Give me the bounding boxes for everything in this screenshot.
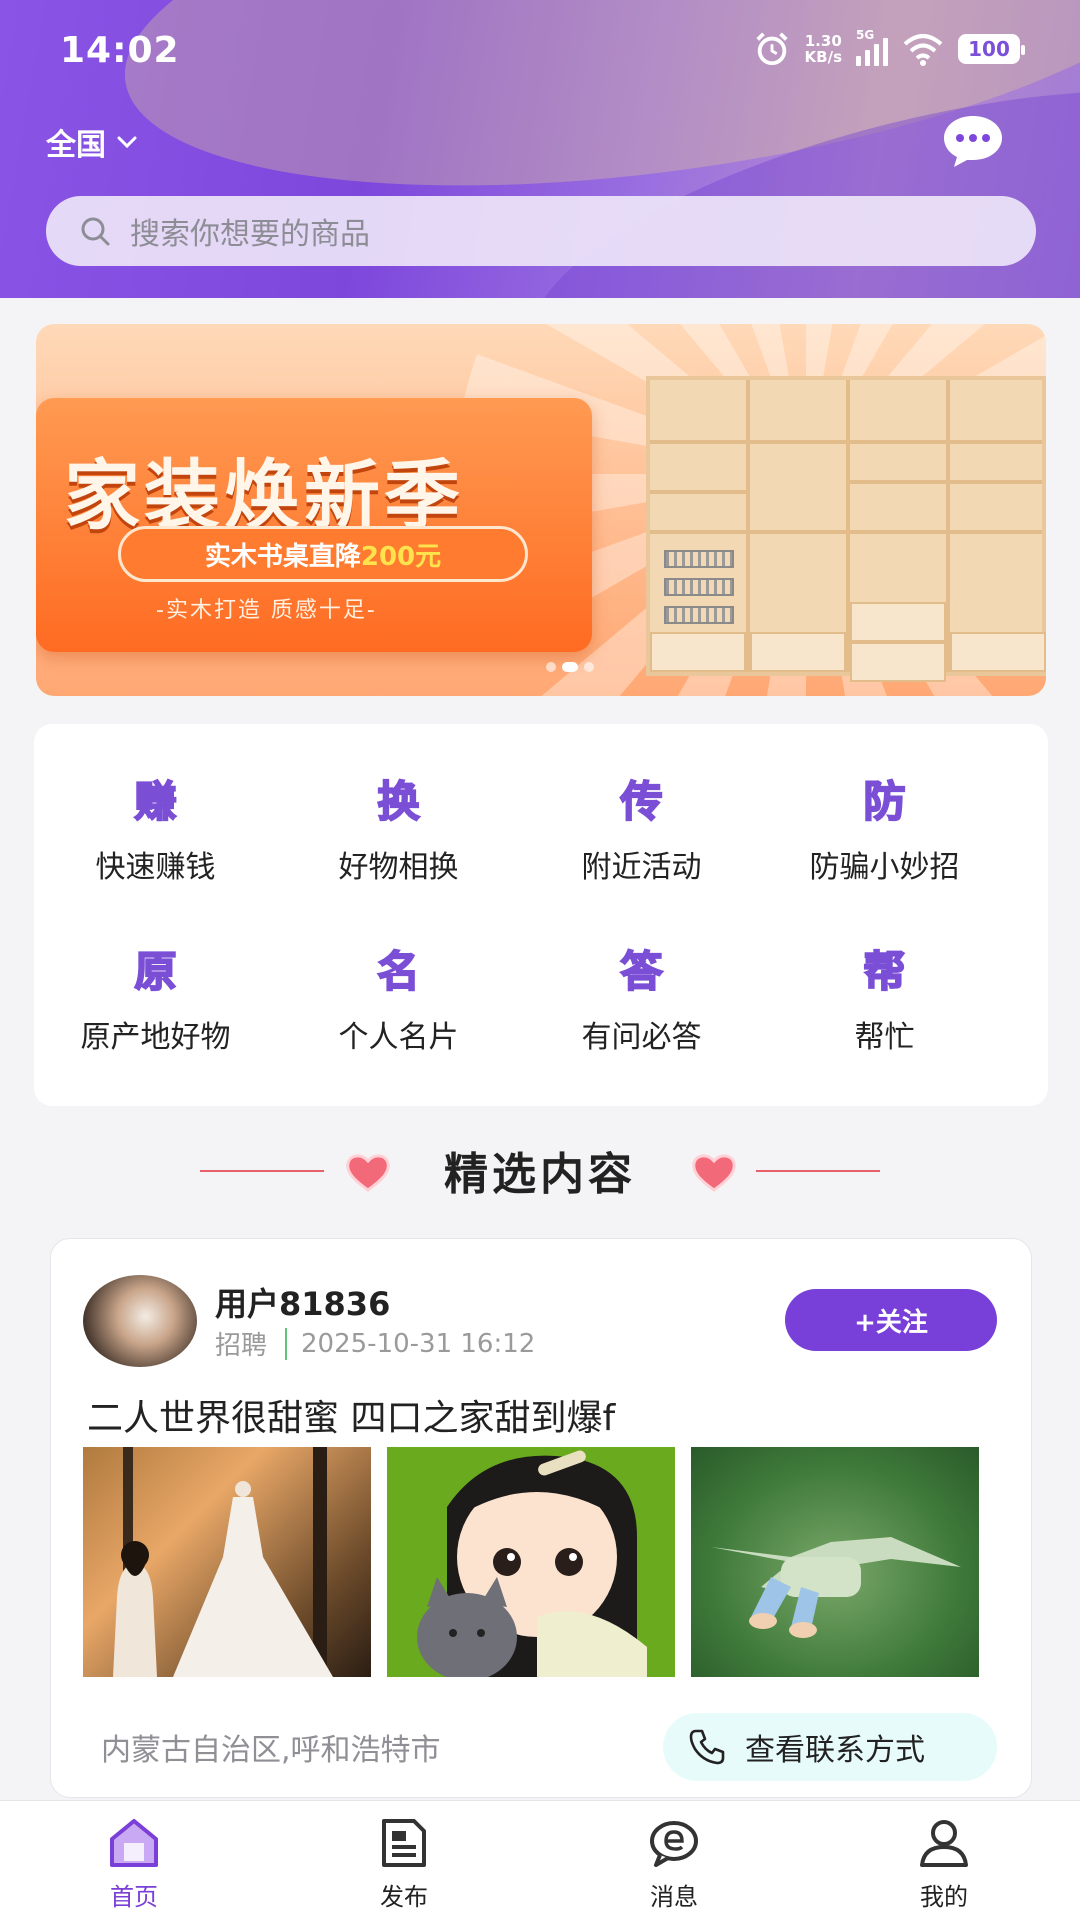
banner-subline: -实木打造 质感十足-: [156, 598, 377, 623]
post-datetime: 2025-10-31 16:12: [301, 1328, 536, 1359]
category-item[interactable]: 名 个人名片: [277, 944, 520, 1094]
carousel-dot-active[interactable]: [562, 662, 578, 672]
divider-line: [756, 1170, 880, 1172]
alarm-icon: [755, 32, 788, 66]
publish-icon: [382, 1819, 426, 1867]
status-bar: 14:02 1.30 KB/s 5G 100: [0, 0, 1080, 100]
home-icon: [110, 1819, 158, 1867]
carousel-dot[interactable]: [546, 662, 556, 672]
net-speed-unit: KB/s: [804, 48, 842, 66]
post-image-wedding-dress[interactable]: [83, 1447, 371, 1677]
category-icon: 答: [619, 946, 663, 997]
chevron-down-icon: [117, 136, 137, 149]
tab-messages-label: 消息: [650, 1883, 698, 1911]
tab-publish[interactable]: 发布: [334, 1815, 474, 1912]
category-icon: 原: [133, 946, 177, 997]
signal-label: 5G: [856, 28, 875, 42]
chat-bubble-icon[interactable]: [940, 112, 1006, 170]
banner-offer-amount: 200元: [360, 541, 442, 572]
category-label: 防骗小妙招: [809, 850, 960, 885]
category-label: 帮忙: [854, 1020, 915, 1055]
wardrobe-image: [646, 376, 1046, 682]
status-time: 14:02: [60, 30, 180, 71]
message-icon: [650, 1821, 698, 1867]
category-label: 快速赚钱: [95, 850, 216, 885]
post-image-cartoon-girl[interactable]: [387, 1447, 675, 1677]
category-label: 附近活动: [581, 850, 702, 885]
category-item[interactable]: 换 好物相换: [277, 774, 520, 924]
post-card[interactable]: 用户81836 招聘 2025-10-31 16:12 +关注 二人世界很甜蜜 …: [50, 1238, 1032, 1798]
signal-icon: 5G: [856, 28, 888, 66]
meta-separator: [285, 1327, 288, 1360]
category-icon: 换: [376, 776, 420, 827]
wifi-icon: [903, 34, 943, 66]
post-image-grass[interactable]: [691, 1447, 979, 1677]
search-placeholder: 搜索你想要的商品: [130, 217, 370, 252]
tab-profile[interactable]: 我的: [874, 1815, 1014, 1912]
category-item[interactable]: 防 防骗小妙招: [763, 774, 1006, 924]
tab-home[interactable]: 首页: [64, 1815, 204, 1912]
avatar[interactable]: [83, 1275, 197, 1367]
category-label: 好物相换: [338, 850, 459, 885]
phone-icon: [689, 1729, 725, 1765]
profile-icon: [920, 1820, 968, 1867]
category-label: 个人名片: [338, 1020, 459, 1055]
promo-banner[interactable]: 家装焕新季 实木书桌直降 200元 -实木打造 质感十足-: [36, 324, 1046, 696]
section-title: 精选内容: [444, 1149, 636, 1200]
category-item[interactable]: 传 附近活动: [520, 774, 763, 924]
net-speed: 1.30 KB/s: [805, 33, 842, 65]
heart-icon: [692, 1154, 736, 1192]
category-label: 有问必答: [581, 1020, 702, 1055]
category-item[interactable]: 帮 帮忙: [763, 944, 1006, 1094]
tab-publish-label: 发布: [380, 1883, 428, 1911]
banner-offer-pill: 实木书桌直降 200元: [118, 526, 528, 582]
tab-profile-label: 我的: [920, 1883, 968, 1911]
tab-messages[interactable]: 消息: [604, 1815, 744, 1912]
post-meta: 招聘 2025-10-31 16:12: [215, 1325, 535, 1362]
category-icon: 赚: [133, 776, 177, 827]
category-item[interactable]: 赚 快速赚钱: [34, 774, 277, 924]
category-icon: 传: [619, 776, 663, 827]
section-header: 精选内容: [0, 1138, 1080, 1208]
post-location: 内蒙古自治区,呼和浩特市: [101, 1733, 441, 1768]
carousel-dots: [546, 662, 594, 672]
view-contact-label: 查看联系方式: [745, 1733, 925, 1768]
region-label: 全国: [46, 128, 106, 163]
category-item[interactable]: 原 原产地好物: [34, 944, 277, 1094]
view-contact-button[interactable]: 查看联系方式: [663, 1713, 997, 1781]
category-grid: 赚 快速赚钱 换 好物相换 传 附近活动 防 防骗小妙招 原 原产地好物 名 个…: [34, 724, 1048, 1106]
category-icon: 名: [376, 946, 420, 997]
net-speed-value: 1.30: [804, 32, 842, 50]
post-username[interactable]: 用户81836: [215, 1279, 390, 1325]
category-label: 原产地好物: [80, 1020, 231, 1055]
bottom-tab-bar: 首页 发布 消息 我的: [0, 1800, 1080, 1920]
carousel-dot[interactable]: [584, 662, 594, 672]
follow-button[interactable]: +关注: [785, 1289, 997, 1351]
category-item[interactable]: 答 有问必答: [520, 944, 763, 1094]
search-bar[interactable]: 搜索你想要的商品: [46, 196, 1036, 266]
header: 14:02 1.30 KB/s 5G 100 全国 搜索你想要的商品: [0, 0, 1080, 298]
banner-offer-text: 实木书桌直降: [204, 541, 361, 572]
battery-indicator: 100: [958, 34, 1025, 64]
category-icon: 帮: [862, 946, 906, 997]
tab-home-label: 首页: [110, 1883, 158, 1911]
category-icon: 防: [862, 776, 906, 827]
search-icon: [81, 217, 110, 246]
region-selector[interactable]: 全国: [46, 120, 140, 164]
post-category: 招聘: [215, 1331, 268, 1361]
post-title[interactable]: 二人世界很甜蜜 四口之家甜到爆f: [87, 1389, 615, 1441]
status-icons: 1.30 KB/s 5G 100: [753, 28, 1025, 68]
